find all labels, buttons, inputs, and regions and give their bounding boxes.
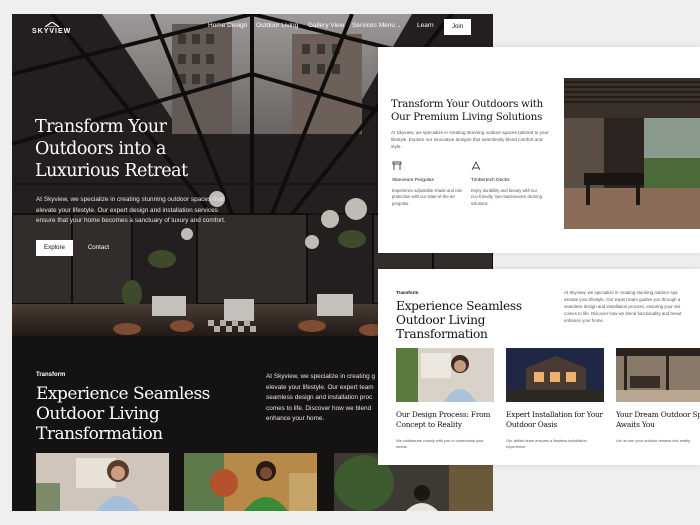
- section-title: Experience Seamless Outdoor Living Trans…: [36, 384, 210, 444]
- feature-title-decks: Timbertech Decks: [471, 178, 510, 183]
- service-title-design: Our Design Process: From Concept to Reali…: [396, 410, 491, 429]
- service-title-installation: Expert Installation for Your Outdoor Oasi…: [506, 410, 603, 429]
- logo[interactable]: SKYVIEW: [32, 22, 71, 35]
- nav-link-home-design[interactable]: Home Design: [208, 22, 247, 29]
- top-navigation: SKYVIEW Home Design Outdoor Living Galle…: [12, 14, 493, 40]
- service-title-spa: Your Dream Outdoor Spa Awaits You: [616, 410, 700, 429]
- card-description: At Skyview, we specialize in creating st…: [391, 130, 549, 150]
- service-desc-spa: Let us turn your outdoor dreams into rea…: [616, 438, 691, 443]
- service-desc-installation: Our skilled team ensures a flawless inst…: [506, 438, 587, 449]
- patio-photo: [564, 78, 700, 229]
- nav-link-services-menu[interactable]: Services Menu ⌄: [352, 22, 401, 29]
- card-title: Transform Your Outdoors with Our Premium…: [391, 99, 544, 123]
- nav-link-learn[interactable]: Learn: [417, 22, 434, 29]
- service-desc-design: We collaborate closely with you to under…: [396, 438, 484, 449]
- contact-button[interactable]: Contact: [80, 240, 117, 256]
- nav-link-outdoor-living[interactable]: Outdoor Living: [256, 22, 298, 29]
- logo-text: SKYVIEW: [32, 28, 72, 35]
- people-photo-2: [184, 453, 317, 511]
- nav-link-gallery-view[interactable]: Gallery View: [308, 22, 344, 29]
- feature-desc-pergolas: Experience adjustable shade and rain pro…: [392, 188, 463, 206]
- hero-description: At Skyview, we specialize in creating st…: [36, 196, 226, 224]
- feature-title-pergolas: Sleeveure Pergolas: [392, 178, 434, 183]
- card2-description: At Skyview, we specialize in creating st…: [564, 290, 682, 324]
- pergola-icon: [392, 161, 402, 170]
- explore-button[interactable]: Explore: [36, 240, 73, 256]
- feature-desc-decks: Enjoy durability and beauty with our eco…: [471, 188, 542, 206]
- outdoor-spa-photo: [616, 348, 700, 402]
- join-button[interactable]: Join: [444, 19, 471, 35]
- services-menu-label: Services Menu: [352, 22, 395, 29]
- hero-title: Transform Your Outdoors into a Luxurious…: [35, 117, 188, 181]
- chevron-down-icon: ⌄: [396, 23, 402, 29]
- section-eyebrow: Transform: [36, 372, 66, 378]
- premium-solutions-card: Transform Your Outdoors with Our Premium…: [378, 47, 700, 253]
- deck-icon: [471, 161, 481, 171]
- installation-photo: [506, 348, 604, 402]
- woman-photo-1: [36, 453, 169, 511]
- transformation-card: Transform Experience Seamless Outdoor Li…: [378, 269, 700, 465]
- design-process-photo: [396, 348, 494, 402]
- card2-eyebrow: Transform: [396, 290, 419, 295]
- skyview-logo-icon: [44, 22, 59, 27]
- card2-title: Experience Seamless Outdoor Living Trans…: [396, 299, 522, 341]
